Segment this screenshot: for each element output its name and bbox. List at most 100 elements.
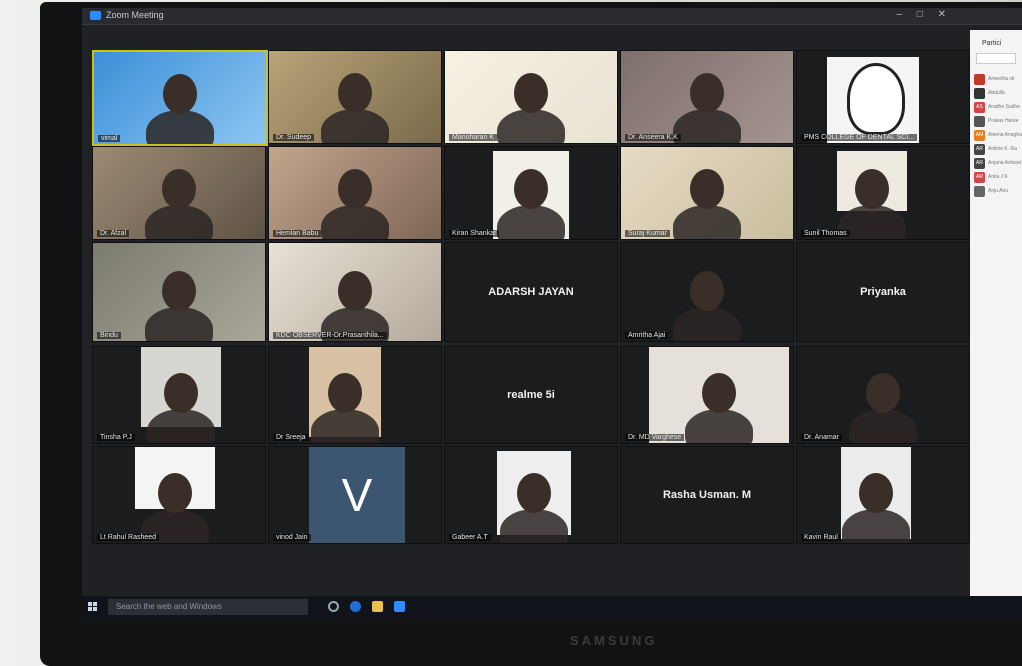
participants-search-input[interactable] [976, 53, 1016, 64]
participant-list-item[interactable]: AR Anjana Ashwat [974, 158, 1021, 169]
participant-list-item[interactable]: AS Aradhe Sudhe [974, 102, 1020, 113]
participant-silhouette [146, 110, 214, 144]
participant-list-name: Aleena Anagha [988, 132, 1022, 138]
edge-browser-icon[interactable] [350, 601, 361, 612]
participant-name-label: vinod Jain [273, 534, 311, 541]
participant-name-label: Kiran Shankar [449, 230, 500, 237]
video-tile[interactable]: Manoharan K [444, 50, 618, 144]
participant-head [338, 73, 372, 113]
video-tile[interactable]: Gabeer A.T [444, 446, 618, 544]
video-tile[interactable]: ADARSH JAYAN [444, 242, 618, 342]
participant-name-label: PMS COLLEGE OF DENTAL SCI... [801, 134, 918, 141]
file-explorer-icon[interactable] [372, 601, 383, 612]
window-title: Zoom Meeting [106, 10, 164, 20]
participant-silhouette [673, 205, 741, 239]
participant-name-label: Kavin Raul [801, 534, 841, 541]
participant-head [514, 169, 548, 209]
participant-silhouette [673, 307, 741, 341]
taskbar: Search the web and Windows [82, 596, 1022, 618]
participant-list-item[interactable]: Anju Anu [974, 186, 1020, 197]
participant-name-large: realme 5i [507, 389, 555, 401]
video-tile[interactable]: Hemlan Babu [268, 146, 442, 240]
windows-start-icon[interactable] [88, 602, 98, 612]
video-tile[interactable]: Suraj Kumar [620, 146, 794, 240]
participant-head [859, 473, 893, 513]
participant-silhouette [321, 205, 389, 239]
avatar [974, 74, 985, 85]
video-tile[interactable]: realme 5i [444, 346, 618, 444]
participant-list-item[interactable]: AR Anila J K [974, 172, 1020, 183]
participant-list-item[interactable]: Abdulla [974, 88, 1020, 99]
participant-name-label: Dr. MD Varghese [625, 434, 685, 441]
video-tile[interactable]: Dr. Anamar [796, 346, 970, 444]
participant-name-label: Amritha Ajai [625, 332, 669, 339]
video-tile[interactable]: Rasha Usman. M [620, 446, 794, 544]
participant-name-label: Manoharan K [449, 134, 498, 141]
taskbar-search-placeholder: Search the web and Windows [116, 602, 222, 611]
video-tile[interactable]: PMS COLLEGE OF DENTAL SCI... [796, 50, 970, 144]
participant-head [514, 73, 548, 113]
zoom-icon [90, 11, 101, 20]
avatar: V [309, 447, 405, 543]
participant-list-name: Aniline K. Ra [988, 146, 1017, 152]
participant-name-label: Dr. Anseera K.K [625, 134, 681, 141]
participant-list-name: Aradhe Sudhe [988, 104, 1020, 110]
participant-name-label: KDC OBSERVER-Dr.Prasanthila... [273, 332, 387, 339]
video-tile[interactable]: Dr. Anseera K.K [620, 50, 794, 144]
participant-head [162, 169, 196, 209]
taskbar-search-input[interactable]: Search the web and Windows [108, 599, 308, 615]
video-tile[interactable]: Kavin Raul [796, 446, 970, 544]
participant-silhouette [145, 307, 213, 341]
participant-silhouette [497, 109, 565, 143]
participant-head [866, 373, 900, 413]
video-tile[interactable]: Dr Sreeja [268, 346, 442, 444]
zoom-taskbar-icon[interactable] [394, 601, 405, 612]
participant-name-label: Gabeer A.T [449, 534, 491, 541]
video-tile[interactable]: KDC OBSERVER-Dr.Prasanthila... [268, 242, 442, 342]
video-tile[interactable]: Dr. Afzal [92, 146, 266, 240]
participant-list-item[interactable]: Prakas Haree [974, 116, 1020, 127]
participant-name-large: Rasha Usman. M [662, 489, 752, 501]
avatar: AR [974, 172, 985, 183]
avatar: AR [974, 144, 985, 155]
zoom-window: Zoom Meeting – □ ✕ vimal Dr. Sudeep Manoha… [82, 8, 1022, 596]
video-tile[interactable]: Kiran Shankar [444, 146, 618, 240]
participant-name-label: Bindu [97, 332, 121, 339]
avatar: AS [974, 102, 985, 113]
video-tile[interactable]: Sunil Thomas [796, 146, 970, 240]
video-tile[interactable]: Lt Rahul Rasheed [92, 446, 266, 544]
participant-head [162, 271, 196, 311]
video-tile[interactable]: vimal [92, 50, 268, 146]
video-tile[interactable]: Bindu [92, 242, 266, 342]
task-view-icon[interactable] [328, 601, 339, 612]
avatar: AM [974, 130, 985, 141]
participant-list-item[interactable]: AR Aniline K. Ra [974, 144, 1020, 155]
participant-head [328, 373, 362, 413]
participant-list-name: Prakas Haree [988, 118, 1019, 124]
participant-name-label: Hemlan Babu [273, 230, 322, 237]
participant-list-item[interactable]: Ameetha sti [974, 74, 1020, 85]
window-controls[interactable]: – □ ✕ [896, 9, 952, 20]
participant-silhouette [145, 205, 213, 239]
participant-head [338, 271, 372, 311]
participant-name-label: Suraj Kumar [625, 230, 670, 237]
participant-name-label: Dr. Anamar [801, 434, 843, 441]
participant-name-label: Sunil Thomas [801, 230, 850, 237]
video-tile[interactable]: Dr. Sudeep [268, 50, 442, 144]
participant-silhouette [321, 109, 389, 143]
video-tile[interactable]: Amritha Ajai [620, 242, 794, 342]
participant-name-label: Tinsha P.J [97, 434, 135, 441]
video-tile[interactable]: Tinsha P.J [92, 346, 266, 444]
video-tile[interactable]: Dr. MD Varghese [620, 346, 794, 444]
participant-name-label: Dr. Afzal [97, 230, 130, 237]
participant-head [158, 473, 192, 513]
participant-list-item[interactable]: AM Aleena Anagha [974, 130, 1022, 141]
monitor-brand-logo: SAMSUNG [570, 633, 658, 648]
participant-head [690, 73, 724, 113]
video-tile[interactable]: Priyanka [796, 242, 970, 342]
participant-head [517, 473, 551, 513]
participant-head [855, 169, 889, 209]
participant-head [164, 373, 198, 413]
video-tile[interactable]: Vvinod Jain [268, 446, 442, 544]
panel-header: Partici [982, 40, 1002, 47]
